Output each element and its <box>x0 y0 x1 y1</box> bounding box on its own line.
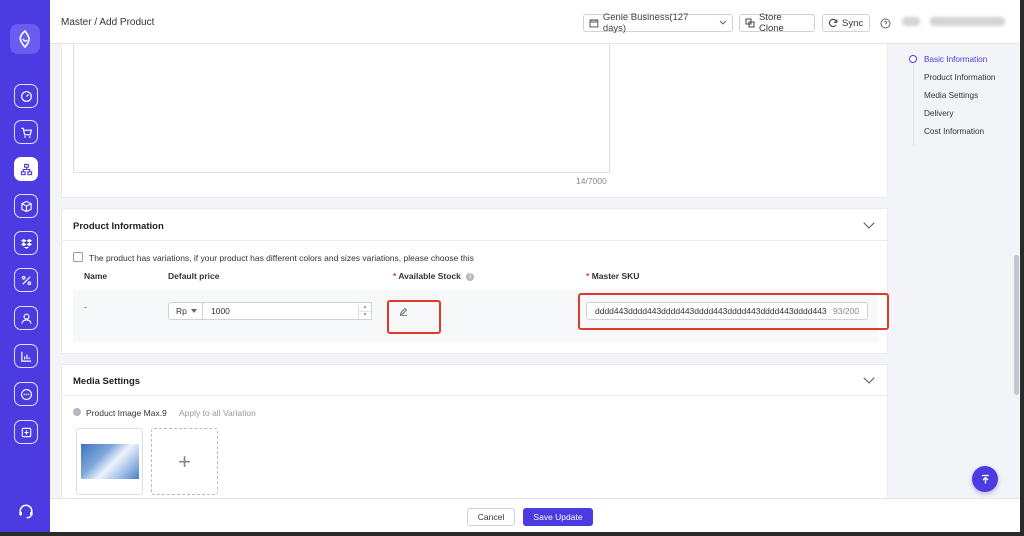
info-icon <box>73 408 81 416</box>
percent-icon <box>21 275 31 285</box>
available-stock-label: Available Stock <box>398 271 461 281</box>
sidebar-item-orders[interactable] <box>14 120 38 144</box>
bar-chart-icon <box>20 351 31 362</box>
anchor-product-information[interactable]: Product Information <box>924 73 995 82</box>
column-header-name: Name <box>84 271 108 281</box>
sidebar-item-dashboard[interactable] <box>14 84 38 108</box>
currency-value: Rp <box>176 306 187 316</box>
main-content: 14/7000 Product Information The product … <box>50 44 1013 498</box>
chat-icon <box>20 388 32 400</box>
dropbox-icon <box>20 238 32 249</box>
headset-icon <box>19 504 33 519</box>
variation-checkbox[interactable] <box>73 252 83 262</box>
anchor-delivery[interactable]: Delivery <box>924 109 954 118</box>
dashboard-icon <box>20 90 32 102</box>
footer-bar: Cancel Save Update <box>50 498 1020 532</box>
master-sku-value: dddd443dddd443dddd443dddd443dddd443dddd4… <box>595 306 827 316</box>
stepper-up-icon[interactable]: ▲ <box>359 303 371 311</box>
media-settings-card: Media Settings Product Image Max.9 Apply… <box>61 364 888 498</box>
sidebar-item-product-master[interactable] <box>14 157 38 181</box>
redacted-user <box>930 17 1005 26</box>
plus-icon: + <box>178 448 191 474</box>
back-to-top-button[interactable] <box>972 466 998 492</box>
sidebar-item-add-store[interactable] <box>14 420 38 444</box>
currency-select[interactable]: Rp <box>168 302 203 320</box>
app-window: Master / Add Product Genie Business(127 … <box>0 0 1020 532</box>
anchor-active-dot <box>909 55 917 63</box>
add-image-button[interactable]: + <box>151 428 218 495</box>
anchor-basic-information[interactable]: Basic Information <box>924 55 987 64</box>
sidebar-item-products[interactable] <box>14 194 38 218</box>
top-bar: Master / Add Product Genie Business(127 … <box>50 0 1020 44</box>
add-square-icon <box>21 427 31 437</box>
cancel-button[interactable]: Cancel <box>467 508 515 526</box>
variation-checkbox-label: The product has variations, if your prod… <box>89 253 474 263</box>
breadcrumb: Master / Add Product <box>61 17 155 28</box>
anchor-cost-information[interactable]: Cost Information <box>924 127 984 136</box>
master-sku-counter: 93/200 <box>833 306 859 316</box>
chevron-down-icon[interactable] <box>863 217 875 229</box>
highlight-available-stock <box>387 300 441 334</box>
price-stepper[interactable]: ▲ ▼ <box>358 303 371 319</box>
redacted-avatar <box>902 17 920 26</box>
store-clone-button[interactable]: Store Clone <box>739 12 815 34</box>
sidebar-item-dropbox[interactable] <box>14 231 38 255</box>
sync-icon <box>828 18 838 28</box>
cart-icon <box>20 127 32 138</box>
user-icon <box>20 313 32 324</box>
hierarchy-icon <box>20 163 32 175</box>
description-textarea[interactable] <box>73 44 610 173</box>
anchor-nav-line <box>913 64 914 146</box>
master-sku-input[interactable]: dddd443dddd443dddd443dddd443dddd443dddd4… <box>586 302 868 320</box>
sidebar-item-chat[interactable] <box>14 382 38 406</box>
basic-information-card: 14/7000 <box>61 44 888 198</box>
sidebar <box>0 0 50 532</box>
required-mark: * <box>393 271 397 281</box>
product-image-thumbnail[interactable] <box>76 428 143 495</box>
logo-icon <box>19 30 30 48</box>
store-selector[interactable]: Genie Business(127 days) <box>583 12 733 34</box>
description-char-counter: 14/7000 <box>576 176 607 186</box>
clone-icon <box>745 18 755 28</box>
sync-button[interactable]: Sync <box>822 14 870 32</box>
column-header-default-price: Default price <box>168 271 220 281</box>
edit-pencil-icon[interactable] <box>399 307 408 316</box>
product-information-title: Product Information <box>73 221 164 232</box>
arrow-up-icon <box>981 474 989 483</box>
help-icon[interactable] <box>880 18 891 29</box>
sidebar-item-customers[interactable] <box>14 306 38 330</box>
sync-label: Sync <box>842 17 864 29</box>
product-image-label: Product Image Max.9 <box>86 408 167 418</box>
calendar-icon <box>589 19 599 28</box>
sidebar-item-reports[interactable] <box>14 344 38 368</box>
row-name: - <box>84 302 87 312</box>
default-price-input[interactable]: 1000 ▲ ▼ <box>203 302 372 320</box>
column-header-available-stock: * Available Stock i <box>393 271 475 281</box>
divider <box>62 240 887 241</box>
info-icon[interactable]: i <box>466 272 475 281</box>
sidebar-support[interactable] <box>14 499 38 523</box>
apply-to-all-variation-link[interactable]: Apply to all Variation <box>179 408 256 418</box>
anchor-media-settings[interactable]: Media Settings <box>924 91 978 100</box>
required-mark: * <box>586 271 590 281</box>
store-clone-label: Store Clone <box>758 12 784 34</box>
chevron-down-icon <box>719 20 727 25</box>
save-update-button[interactable]: Save Update <box>523 508 593 526</box>
divider <box>62 395 887 396</box>
media-settings-title: Media Settings <box>73 376 141 387</box>
sky-cloud-image <box>81 444 139 479</box>
app-logo[interactable] <box>10 24 40 54</box>
column-header-master-sku: * Master SKU <box>586 271 639 281</box>
sidebar-item-promotions[interactable] <box>14 268 38 292</box>
caret-down-icon <box>190 309 197 313</box>
stepper-down-icon[interactable]: ▼ <box>359 310 371 320</box>
chevron-down-icon[interactable] <box>863 372 875 384</box>
default-price-value: 1000 <box>211 306 230 316</box>
master-sku-label: Master SKU <box>591 271 640 281</box>
scrollbar-thumb[interactable] <box>1014 255 1019 395</box>
box-icon <box>20 200 32 212</box>
product-information-card: Product Information The product has vari… <box>61 208 889 354</box>
store-selector-value: Genie Business(127 days) <box>602 12 689 34</box>
